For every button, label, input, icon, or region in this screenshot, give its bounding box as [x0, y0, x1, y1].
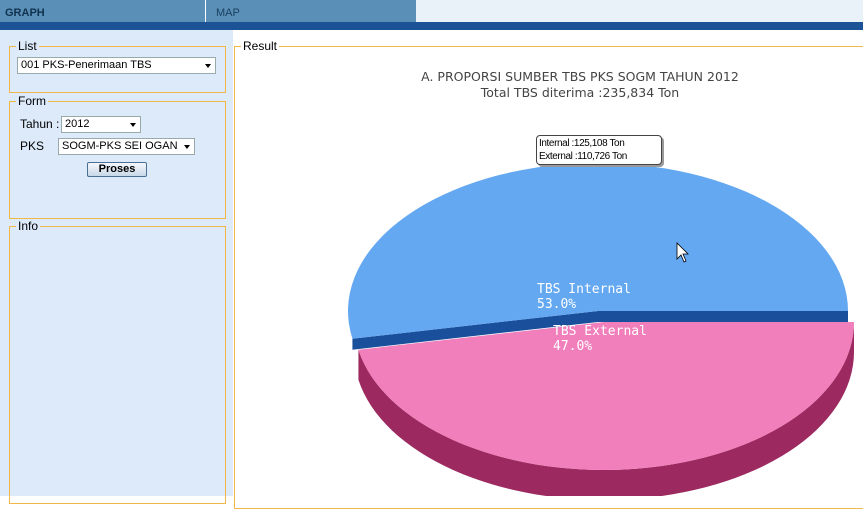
slice-name-internal: TBS Internal [537, 282, 631, 297]
chart-tooltip: Internal :125,108 Ton External :110,726 … [536, 135, 662, 165]
slice-label-internal: TBS Internal 53.0% [537, 282, 631, 312]
slice-value-external: 47.0% [553, 339, 593, 354]
slice-label-external: TBS External 47.0% [553, 324, 647, 354]
slice-value-internal: 53.0% [537, 297, 577, 312]
tooltip-external: External :110,726 Ton [539, 151, 627, 162]
slice-name-external: TBS External [553, 324, 647, 339]
tooltip-internal: Internal :125,108 Ton [539, 138, 625, 149]
pie-chart [348, 163, 854, 496]
